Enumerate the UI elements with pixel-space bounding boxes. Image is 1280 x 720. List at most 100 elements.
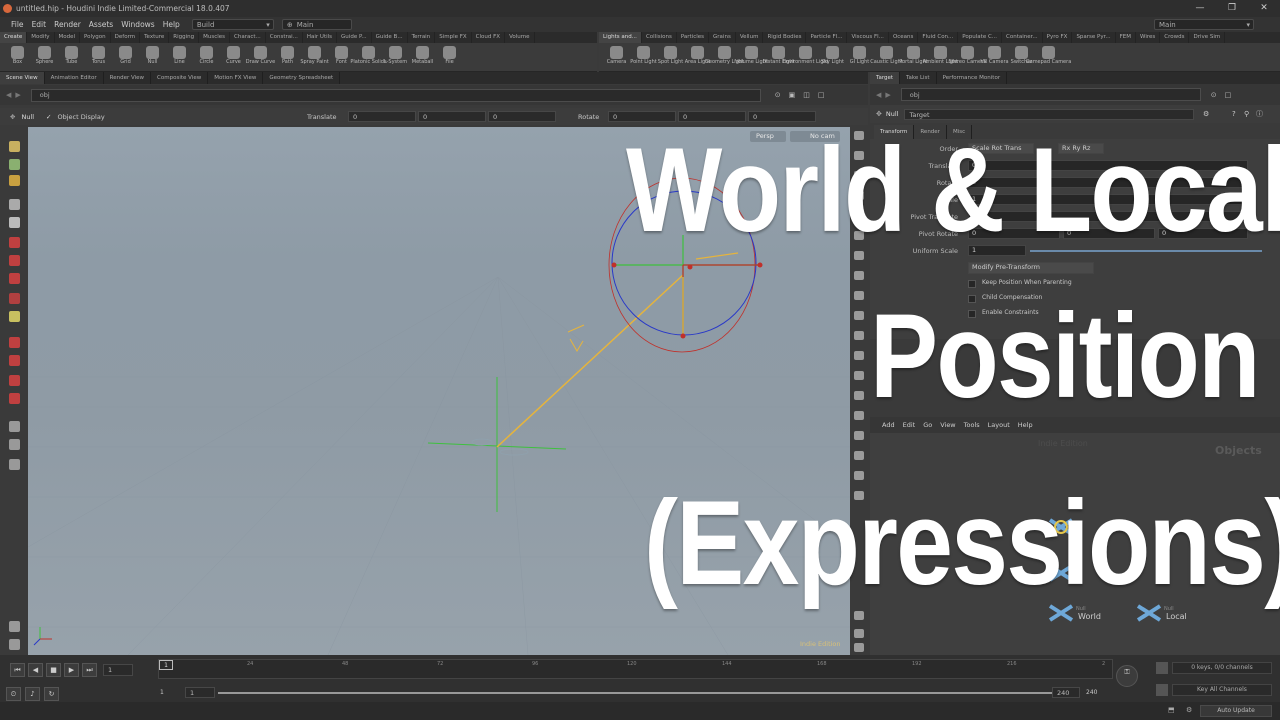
pin-icon[interactable]: ⊙ [775, 91, 781, 99]
lock-icon[interactable] [9, 217, 20, 228]
scene-path-field[interactable]: obj [30, 88, 761, 102]
secure-selection-icon[interactable] [9, 199, 20, 210]
view-tool-icon[interactable] [9, 159, 20, 170]
range-slider[interactable] [218, 692, 1052, 694]
magnet-alt-icon[interactable] [9, 355, 20, 366]
skip-end-button[interactable]: ⏭ [82, 663, 97, 677]
maximize-pane-icon[interactable]: □ [1225, 91, 1232, 99]
shelf-tab[interactable]: Vellum [736, 32, 764, 43]
shelf-tab[interactable]: Fluid Con... [918, 32, 959, 43]
maximize-pane-icon[interactable]: □ [818, 91, 825, 99]
display-options-icon[interactable] [9, 639, 20, 650]
shelf-tab[interactable]: Texture [140, 32, 170, 43]
maximize-button[interactable]: ❐ [1216, 0, 1248, 17]
shelf-tool[interactable]: Torus [85, 43, 112, 66]
bake-icon[interactable] [854, 331, 864, 340]
loop-icon[interactable]: ↻ [44, 687, 59, 701]
handle-tool-icon[interactable]: ✥ [10, 113, 15, 121]
scene-pane-tab[interactable]: Composite View [151, 72, 209, 84]
lighting-icon[interactable] [854, 271, 864, 280]
frame-field[interactable]: 1 [103, 664, 133, 676]
render-icon[interactable] [854, 431, 864, 440]
viewport-layout-icon[interactable]: ▣ [789, 91, 796, 99]
gear-icon[interactable]: ⚙ [1203, 110, 1209, 118]
snap-prim-icon[interactable] [9, 255, 20, 266]
forward-arrow-icon[interactable]: ▶ [885, 91, 890, 99]
shelf-tab[interactable]: Container... [1002, 32, 1043, 43]
shelf-tab[interactable]: Create [0, 32, 28, 43]
rotate-y-field[interactable]: 0 [678, 111, 746, 122]
select-tool-icon[interactable] [9, 141, 20, 152]
shelf-tab[interactable]: Rigging [169, 32, 200, 43]
world-null-handle[interactable] [427, 377, 567, 512]
shelf-tool[interactable]: File [436, 43, 463, 66]
flipbook-icon[interactable] [854, 411, 864, 420]
shelf-tab[interactable]: Drive Sim [1189, 32, 1226, 43]
shelf-tab[interactable]: Model [55, 32, 81, 43]
translate-y-field[interactable]: 0 [418, 111, 486, 122]
translate-x-field[interactable]: 0 [348, 111, 416, 122]
stop-button[interactable]: ■ [46, 663, 61, 677]
camera-view-icon[interactable] [9, 439, 20, 450]
param-pane-tab[interactable]: Take List [900, 72, 937, 84]
shelf-tab[interactable]: Crowds [1160, 32, 1190, 43]
render-region-icon[interactable] [9, 421, 20, 432]
context-select[interactable]: ⊕ Main [281, 19, 352, 30]
scene-pane-tab[interactable]: Geometry Spreadsheet [263, 72, 341, 84]
shelf-tool[interactable]: Metaball [409, 43, 436, 66]
scene-pane-tab[interactable]: Animation Editor [45, 72, 104, 84]
param-path-field[interactable]: obj [900, 88, 1201, 101]
menu-assets[interactable]: Assets [89, 20, 113, 29]
key-all-channels-menu[interactable]: Key All Channels [1172, 684, 1272, 696]
right-desktop-select[interactable]: Main ▾ [1154, 19, 1254, 30]
shelf-tab[interactable]: Guide B... [372, 32, 408, 43]
shelf-tab[interactable]: Viscous Fl... [847, 32, 889, 43]
shelf-tab[interactable]: Guide P... [337, 32, 372, 43]
layout-icon[interactable] [854, 629, 864, 638]
auto-update-menu[interactable]: Auto Update [1200, 705, 1272, 717]
menu-edit[interactable]: Edit [32, 20, 47, 29]
shelf-tool[interactable]: Tube [58, 43, 85, 66]
rotate-x-field[interactable]: 0 [608, 111, 676, 122]
shelf-tab[interactable]: Pyro FX [1043, 32, 1073, 43]
shelf-tab[interactable]: Particles [677, 32, 710, 43]
camera-lock-icon[interactable] [854, 451, 864, 460]
shelf-tab[interactable]: Terrain [408, 32, 436, 43]
help-icon[interactable]: ? [1232, 110, 1236, 118]
shadows-icon[interactable] [854, 291, 864, 300]
key-button[interactable]: ⚿ [1116, 665, 1138, 687]
realtime-icon[interactable]: ⏲ [6, 687, 21, 701]
shelf-tab[interactable]: Wires [1136, 32, 1161, 43]
frame-icon[interactable] [854, 391, 864, 400]
shelf-tool[interactable]: Gamepad Camera [1026, 43, 1071, 66]
shelf-tab[interactable]: Simple FX [435, 32, 472, 43]
rotate-z-field[interactable]: 0 [748, 111, 816, 122]
modify-pre-transform-menu[interactable]: Modify Pre-Transform [968, 262, 1094, 274]
back-arrow-icon[interactable]: ◀ [876, 91, 881, 99]
timeline-ruler[interactable]: 1 24 48 72 96 120 144 168 192 216 2 [158, 659, 1113, 679]
magnet-edge-icon[interactable] [9, 393, 20, 404]
shelf-tool[interactable]: Null [139, 43, 166, 66]
minimize-button[interactable]: — [1184, 0, 1216, 17]
visibility-icon[interactable] [854, 351, 864, 360]
desktop-select[interactable]: Build ▾ [191, 19, 274, 30]
shelf-tool[interactable]: Curve [220, 43, 247, 66]
shelf-tab[interactable]: Rigid Bodies [763, 32, 807, 43]
shelf-tool[interactable]: L-System [382, 43, 409, 66]
end-frame[interactable]: 240 [1086, 689, 1097, 696]
shelf-tool[interactable]: Caustic Light [870, 43, 903, 66]
current-frame-marker[interactable]: 1 [159, 660, 173, 670]
viewport-menu-icon[interactable] [854, 643, 864, 652]
shelf-tab[interactable]: Oceans [889, 32, 919, 43]
shelf-tab[interactable]: Cloud FX [472, 32, 506, 43]
shelf-tool[interactable]: Point Light [630, 43, 657, 66]
visualize-icon[interactable] [9, 311, 20, 322]
shelf-tab[interactable]: Volume [505, 32, 535, 43]
shelf-tool[interactable]: Spot Light [657, 43, 684, 66]
start-frame-field[interactable]: 1 [185, 687, 215, 698]
shelf-tab[interactable]: Polygon [80, 32, 111, 43]
grid-view-icon[interactable] [854, 611, 864, 620]
magnet-icon[interactable] [9, 337, 20, 348]
snap-grid-icon[interactable] [9, 237, 20, 248]
shelf-tab[interactable]: Muscles [199, 32, 230, 43]
